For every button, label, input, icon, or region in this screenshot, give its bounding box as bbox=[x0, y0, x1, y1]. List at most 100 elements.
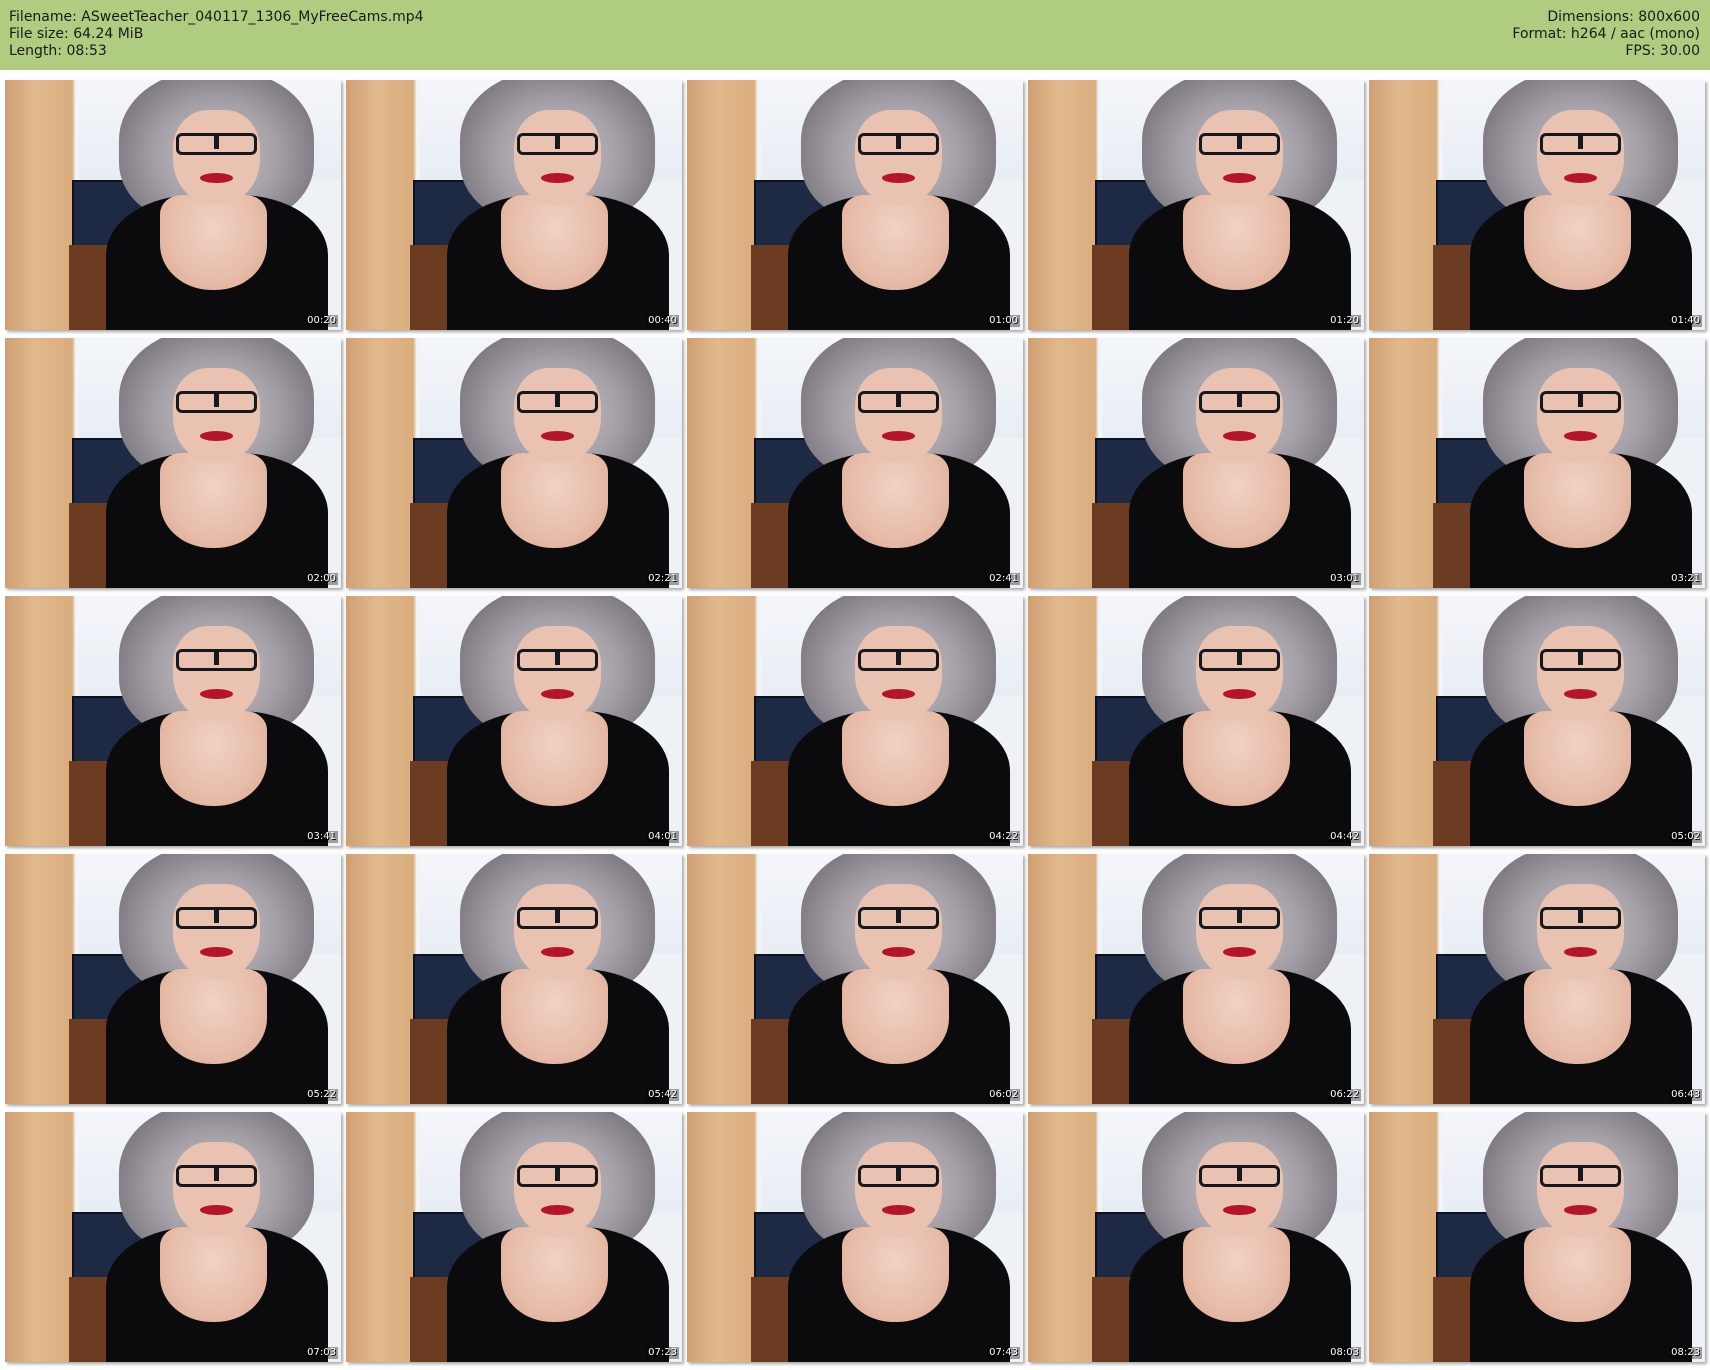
frame-person-neckline bbox=[1523, 711, 1632, 806]
frame-lips bbox=[1222, 172, 1257, 183]
video-frame-thumbnail: 05:42 bbox=[346, 854, 682, 1104]
format-text: Format: h264 / aac (mono) bbox=[1512, 26, 1700, 42]
frame-glasses bbox=[176, 132, 257, 155]
frame-glasses bbox=[1540, 390, 1621, 413]
frame-person-neckline bbox=[500, 711, 609, 806]
video-frame-thumbnail: 07:43 bbox=[687, 1112, 1023, 1362]
metadata-left: Filename: ASweetTeacher_040117_1306_MyFr… bbox=[9, 9, 424, 60]
video-frame-thumbnail: 03:41 bbox=[5, 596, 341, 846]
frame-person-neckline bbox=[500, 969, 609, 1064]
frame-person-face bbox=[173, 884, 261, 979]
frame-lips bbox=[1222, 946, 1257, 957]
timestamp-label: 08:23 bbox=[1669, 1347, 1702, 1359]
frame-lips bbox=[1563, 1204, 1598, 1215]
frame-lips bbox=[199, 946, 234, 957]
frame-glasses bbox=[176, 1164, 257, 1187]
timestamp-label: 02:41 bbox=[987, 573, 1020, 585]
frame-person-neckline bbox=[1182, 969, 1291, 1064]
timestamp-label: 03:41 bbox=[305, 831, 338, 843]
frame-person-face bbox=[514, 368, 602, 463]
frame-glasses bbox=[517, 648, 598, 671]
frame-person-face bbox=[1537, 626, 1625, 721]
frame-person-face bbox=[1196, 626, 1284, 721]
frame-glasses bbox=[1199, 1164, 1280, 1187]
frame-glasses bbox=[858, 132, 939, 155]
frame-person-face bbox=[855, 1142, 943, 1237]
timestamp-label: 07:03 bbox=[305, 1347, 338, 1359]
frame-person-face bbox=[1196, 110, 1284, 205]
frame-glasses bbox=[1540, 906, 1621, 929]
timestamp-label: 02:00 bbox=[305, 573, 338, 585]
frame-person-face bbox=[514, 1142, 602, 1237]
frame-person-neckline bbox=[159, 711, 268, 806]
frame-person-neckline bbox=[159, 1227, 268, 1322]
frame-person-face bbox=[1196, 368, 1284, 463]
frame-person-neckline bbox=[1182, 453, 1291, 548]
file-size-text: File size: 64.24 MiB bbox=[9, 26, 144, 42]
frame-lips bbox=[1563, 946, 1598, 957]
timestamp-label: 04:42 bbox=[1328, 831, 1361, 843]
video-frame-thumbnail: 04:42 bbox=[1028, 596, 1364, 846]
frame-person-neckline bbox=[841, 453, 950, 548]
frame-person-neckline bbox=[841, 969, 950, 1064]
frame-lips bbox=[1563, 172, 1598, 183]
frame-person-neckline bbox=[1523, 969, 1632, 1064]
frame-lips bbox=[540, 1204, 575, 1215]
frame-glasses bbox=[1540, 1164, 1621, 1187]
frame-lips bbox=[540, 946, 575, 957]
frame-glasses bbox=[517, 132, 598, 155]
frame-person-face bbox=[855, 110, 943, 205]
timestamp-label: 04:22 bbox=[987, 831, 1020, 843]
frame-lips bbox=[199, 172, 234, 183]
video-frame-thumbnail: 01:00 bbox=[687, 80, 1023, 330]
frame-person-neckline bbox=[841, 195, 950, 290]
video-frame-thumbnail: 06:43 bbox=[1369, 854, 1705, 1104]
video-frame-thumbnail: 02:00 bbox=[5, 338, 341, 588]
frame-lips bbox=[881, 1204, 916, 1215]
metadata-right: Dimensions: 800x600 Format: h264 / aac (… bbox=[1512, 9, 1700, 60]
timestamp-label: 05:42 bbox=[646, 1089, 679, 1101]
dimensions-text: Dimensions: 800x600 bbox=[1547, 9, 1700, 25]
length-text: Length: 08:53 bbox=[9, 43, 107, 59]
frame-glasses bbox=[176, 390, 257, 413]
frame-glasses bbox=[858, 648, 939, 671]
frame-glasses bbox=[1199, 648, 1280, 671]
frame-person-face bbox=[1196, 1142, 1284, 1237]
frame-person-face bbox=[1537, 884, 1625, 979]
frame-glasses bbox=[517, 1164, 598, 1187]
frame-person-neckline bbox=[500, 453, 609, 548]
frame-lips bbox=[881, 946, 916, 957]
frame-person-neckline bbox=[1182, 711, 1291, 806]
frame-glasses bbox=[858, 906, 939, 929]
frame-person-face bbox=[173, 626, 261, 721]
video-frame-thumbnail: 05:22 bbox=[5, 854, 341, 1104]
frame-lips bbox=[540, 172, 575, 183]
frame-person-face bbox=[855, 626, 943, 721]
frame-lips bbox=[540, 688, 575, 699]
video-frame-thumbnail: 07:23 bbox=[346, 1112, 682, 1362]
frame-lips bbox=[881, 172, 916, 183]
timestamp-label: 01:00 bbox=[987, 315, 1020, 327]
frame-person-neckline bbox=[500, 1227, 609, 1322]
timestamp-label: 00:20 bbox=[305, 315, 338, 327]
frame-lips bbox=[199, 1204, 234, 1215]
frame-lips bbox=[1222, 688, 1257, 699]
video-frame-thumbnail: 02:41 bbox=[687, 338, 1023, 588]
frame-person-face bbox=[514, 110, 602, 205]
frame-glasses bbox=[1199, 906, 1280, 929]
frame-glasses bbox=[1199, 132, 1280, 155]
frame-person-neckline bbox=[500, 195, 609, 290]
frame-person-neckline bbox=[1523, 1227, 1632, 1322]
frame-lips bbox=[1222, 430, 1257, 441]
frame-person-face bbox=[173, 1142, 261, 1237]
frame-glasses bbox=[858, 390, 939, 413]
timestamp-label: 01:20 bbox=[1328, 315, 1361, 327]
timestamp-label: 02:21 bbox=[646, 573, 679, 585]
frame-person-face bbox=[1537, 368, 1625, 463]
video-frame-thumbnail: 00:20 bbox=[5, 80, 341, 330]
video-frame-thumbnail: 06:22 bbox=[1028, 854, 1364, 1104]
video-frame-thumbnail: 08:23 bbox=[1369, 1112, 1705, 1362]
frame-person-neckline bbox=[1523, 453, 1632, 548]
video-frame-thumbnail: 03:21 bbox=[1369, 338, 1705, 588]
frame-person-face bbox=[1537, 110, 1625, 205]
